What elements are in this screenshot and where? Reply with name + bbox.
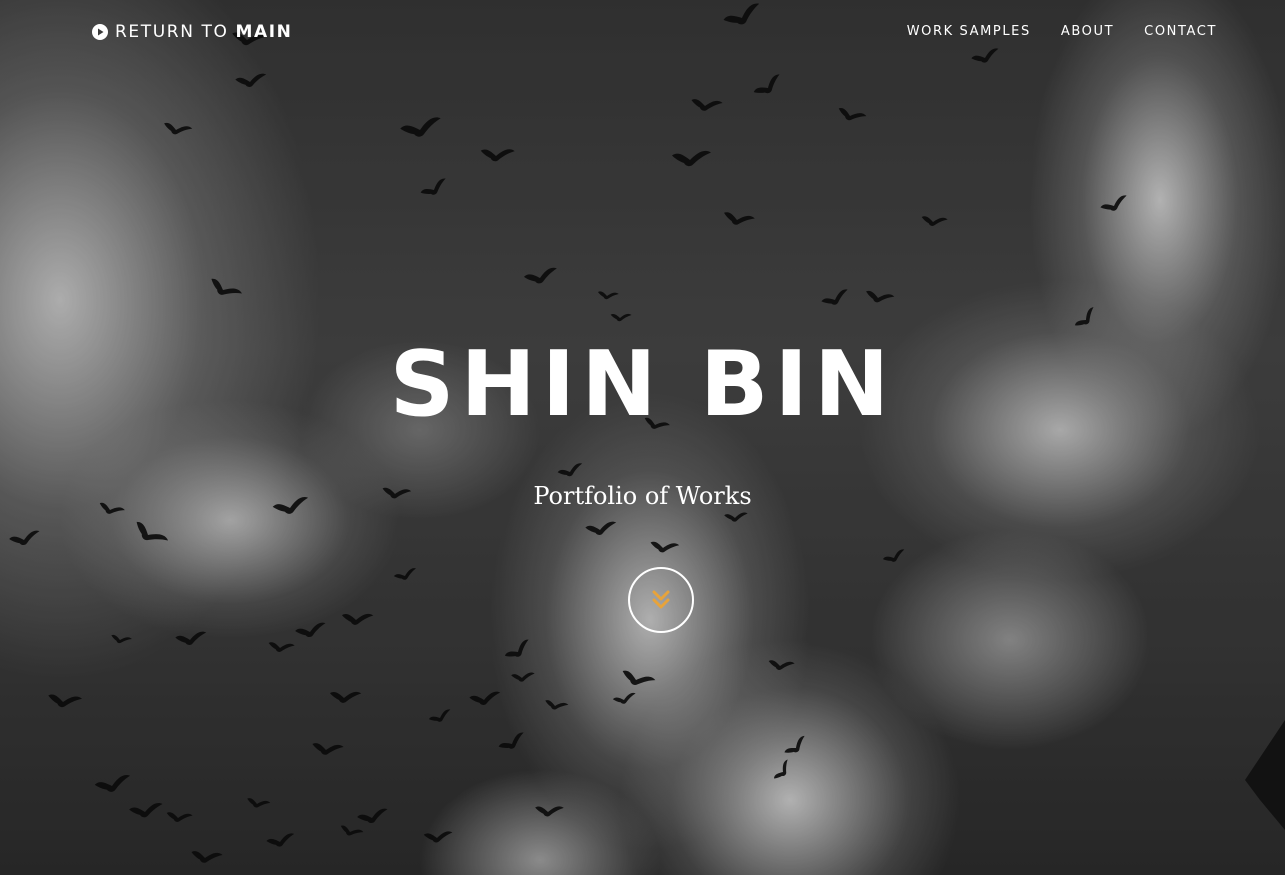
main-nav: WORK SAMPLES ABOUT CONTACT: [907, 24, 1217, 39]
hero-subtitle: Portfolio of Works: [533, 482, 752, 510]
nav-link-work-samples[interactable]: WORK SAMPLES: [907, 24, 1031, 39]
return-to-main-link[interactable]: RETURN TO MAIN: [92, 22, 293, 42]
dark-overlay: [0, 0, 1285, 875]
play-circle-icon: [92, 24, 108, 40]
hero-section: RETURN TO MAIN WORK SAMPLES ABOUT CONTAC…: [0, 0, 1285, 875]
nav-link-contact[interactable]: CONTACT: [1144, 24, 1217, 39]
nav-link-about[interactable]: ABOUT: [1061, 24, 1114, 39]
brand-prefix-text: RETURN TO: [115, 22, 229, 42]
top-navigation: RETURN TO MAIN WORK SAMPLES ABOUT CONTAC…: [0, 0, 1285, 66]
scroll-down-button[interactable]: [628, 567, 694, 633]
double-chevron-down-icon: [652, 590, 670, 609]
brand-bold-text: MAIN: [235, 22, 293, 42]
hero-title: SHIN BIN: [389, 332, 896, 437]
